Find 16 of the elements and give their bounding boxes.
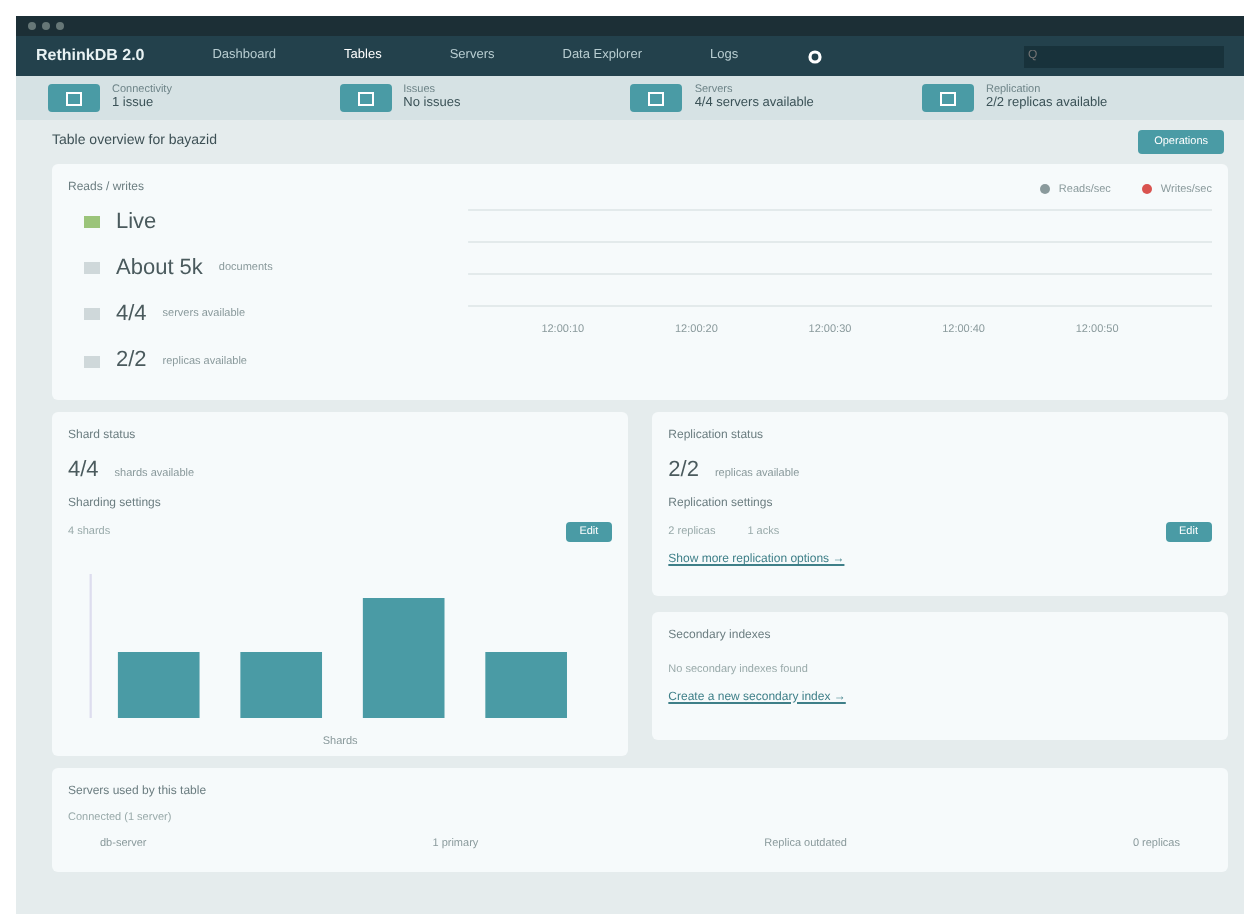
stat-value: 2/2 [116, 346, 147, 377]
status-icon [939, 91, 956, 105]
status-icon [648, 91, 665, 105]
stat-value: 4/4 [116, 300, 147, 331]
chart-bar [240, 652, 323, 718]
stat-value: 4/4 [68, 456, 99, 487]
stat-value: 2/2 [668, 456, 699, 487]
chart-bar [362, 598, 445, 718]
brand-logo[interactable]: RethinkDB 2.0 [36, 44, 145, 68]
chart-bar [117, 652, 200, 718]
status-icon [66, 91, 82, 105]
status-icon [357, 91, 374, 105]
chart-bar [485, 652, 567, 718]
stat-value: About 5k [116, 253, 203, 284]
settings-icon[interactable] [806, 49, 825, 63]
stat-value: Live [116, 207, 157, 238]
